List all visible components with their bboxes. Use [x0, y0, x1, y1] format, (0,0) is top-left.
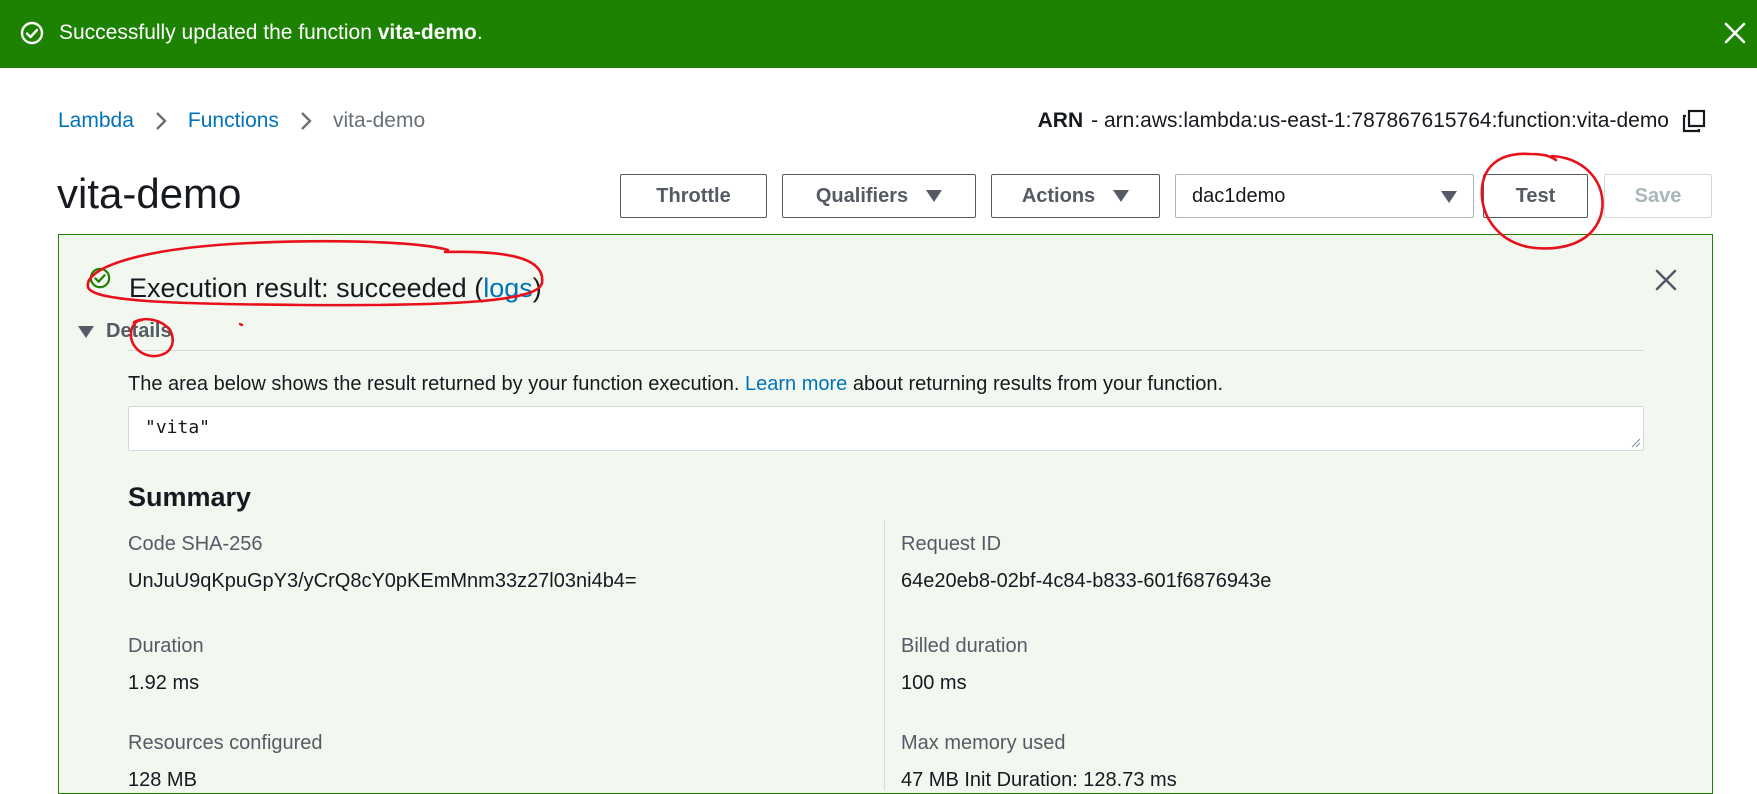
learn-more-link[interactable]: Learn more [745, 373, 847, 395]
caret-down-icon [1441, 191, 1457, 203]
request-id-value: 64e20eb8-02bf-4c84-b833-601f6876943e [901, 570, 1272, 592]
flash-function-name: vita-demo [377, 21, 477, 44]
column-divider [884, 520, 885, 790]
close-flash-icon[interactable] [1722, 20, 1748, 46]
page-title: vita-demo [57, 170, 242, 217]
actions-dropdown[interactable]: Actions [991, 174, 1160, 218]
caret-down-icon [926, 190, 943, 202]
details-label: Details [106, 320, 172, 342]
code-sha-value: UnJuU9qKpuGpY3/yCrQ8cY0pKEmMnm33z27l03ni… [128, 570, 637, 592]
resources-configured-value: 128 MB [128, 769, 197, 791]
breadcrumb: Lambda Functions vita-demo [58, 107, 425, 135]
throttle-button[interactable]: Throttle [620, 174, 767, 218]
chevron-right-icon [279, 107, 333, 135]
result-output-value: "vita" [145, 417, 211, 438]
resources-configured-label: Resources configured [128, 732, 323, 754]
max-memory-label: Max memory used [901, 732, 1066, 754]
arn-value: - arn:aws:lambda:us-east-1:787867615764:… [1091, 109, 1669, 132]
details-toggle[interactable]: Details [78, 320, 172, 343]
save-button[interactable]: Save [1604, 174, 1712, 218]
copy-icon[interactable] [1681, 108, 1707, 134]
result-description: The area below shows the result returned… [128, 373, 1224, 395]
function-arn: ARN - arn:aws:lambda:us-east-1:787867615… [1038, 107, 1707, 135]
summary-heading: Summary [128, 482, 252, 512]
close-icon[interactable] [1653, 267, 1679, 293]
arn-label: ARN [1037, 109, 1084, 132]
divider [128, 350, 1644, 351]
request-id-label: Request ID [901, 533, 1002, 555]
test-event-select[interactable]: dac1demo [1175, 174, 1474, 218]
resize-grip-icon[interactable] [1629, 436, 1641, 448]
test-button[interactable]: Test [1483, 174, 1588, 218]
max-memory-value: 47 MB Init Duration: 128.73 ms [901, 769, 1177, 791]
chevron-right-icon [134, 107, 188, 135]
caret-down-icon [1113, 190, 1130, 202]
execution-result-panel: Execution result: succeeded (logs) [58, 234, 1713, 794]
qualifiers-dropdown[interactable]: Qualifiers [782, 174, 976, 218]
flash-message: Successfully updated the function vita-d… [59, 21, 483, 44]
duration-value: 1.92 ms [128, 672, 200, 694]
success-flashbar: Successfully updated the function vita-d… [0, 0, 1757, 68]
breadcrumb-lambda[interactable]: Lambda [58, 107, 134, 135]
logs-link[interactable]: logs [483, 273, 533, 303]
caret-down-icon [78, 325, 94, 338]
breadcrumb-current: vita-demo [332, 109, 426, 132]
code-sha-label: Code SHA-256 [128, 533, 263, 555]
duration-label: Duration [128, 635, 204, 657]
result-output-textarea[interactable]: "vita" [128, 406, 1644, 451]
check-circle-icon [20, 21, 44, 45]
billed-duration-label: Billed duration [901, 635, 1028, 657]
check-circle-icon [89, 267, 111, 289]
breadcrumb-functions[interactable]: Functions [188, 107, 279, 135]
billed-duration-value: 100 ms [901, 672, 967, 694]
execution-result-title: Execution result: succeeded (logs) [129, 273, 542, 303]
